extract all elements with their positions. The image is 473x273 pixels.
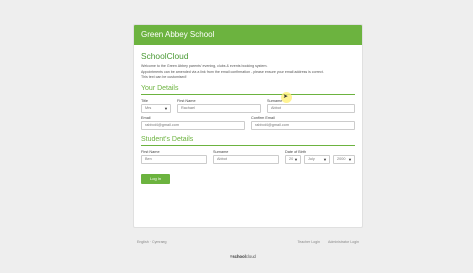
surname-group: Surname Abbot <box>267 99 355 113</box>
email-row: Email rabbot4@gmail.com Confirm Email ra… <box>141 116 355 130</box>
intro-text: Welcome to the Green Abbey parents' even… <box>141 64 355 82</box>
dob-selects: 20 ▼ July ▼ 2000 ▼ <box>285 155 355 164</box>
dob-month-select[interactable]: July ▼ <box>304 155 330 164</box>
email-group: Email rabbot4@gmail.com <box>141 116 245 130</box>
dob-day-value: 20 <box>289 157 294 161</box>
student-first-name-input[interactable]: Ben <box>141 155 207 164</box>
login-button[interactable]: Log In <box>141 174 171 184</box>
card-body: SchoolCloud Welcome to the Green Abbey p… <box>134 45 362 185</box>
title-select[interactable]: Mrs ▼ <box>141 104 171 113</box>
dob-group: Date of Birth 20 ▼ July ▼ 2000 ▼ <box>285 150 355 164</box>
surname-input[interactable]: Abbot <box>267 104 355 113</box>
booking-card: Green Abbey School SchoolCloud Welcome t… <box>133 24 363 228</box>
title-group: Title Mrs ▼ <box>141 99 171 113</box>
dob-month-value: July <box>308 157 315 161</box>
teacher-login-link[interactable]: Teacher Login <box>297 240 320 244</box>
dob-year-select[interactable]: 2000 ▼ <box>333 155 355 164</box>
title-value: Mrs <box>145 106 152 110</box>
admin-login-link[interactable]: Administrator Login <box>328 240 359 244</box>
student-surname-group: Surname Abbot <box>213 150 279 164</box>
pointer-cursor-icon: ➤ <box>283 94 289 100</box>
name-row: Title Mrs ▼ First Name Rachael Surname A… <box>141 99 355 113</box>
first-name-group: First Name Rachael <box>177 99 261 113</box>
dob-year-value: 2000 <box>337 157 346 161</box>
login-links: Teacher Login Administrator Login <box>297 240 359 244</box>
schoolcloud-logo: #schoolcloud <box>230 254 256 259</box>
chevron-down-icon: ▼ <box>294 157 298 162</box>
app-title: SchoolCloud <box>141 51 189 61</box>
first-name-input[interactable]: Rachael <box>177 104 261 113</box>
student-first-name-group: First Name Ben <box>141 150 207 164</box>
student-details-heading: Student's Details <box>141 136 355 146</box>
your-details-heading: Your Details <box>141 85 355 95</box>
confirm-email-group: Confirm Email rabbot4@gmail.com <box>251 116 355 130</box>
intro-line: This text can be customised! <box>141 75 187 79</box>
chevron-down-icon: ▼ <box>348 157 352 162</box>
student-row: First Name Ben Surname Abbot Date of Bir… <box>141 150 355 164</box>
language-links[interactable]: English · Cymraeg <box>137 240 167 244</box>
brand-suffix: cloud <box>245 254 256 259</box>
chevron-down-icon: ▼ <box>164 106 168 111</box>
student-surname-input[interactable]: Abbot <box>213 155 279 164</box>
confirm-email-input[interactable]: rabbot4@gmail.com <box>251 121 355 130</box>
dob-day-select[interactable]: 20 ▼ <box>285 155 301 164</box>
brand-bold: school <box>232 254 246 259</box>
chevron-down-icon: ▼ <box>323 157 327 162</box>
school-header: Green Abbey School <box>134 25 362 45</box>
email-input[interactable]: rabbot4@gmail.com <box>141 121 245 130</box>
